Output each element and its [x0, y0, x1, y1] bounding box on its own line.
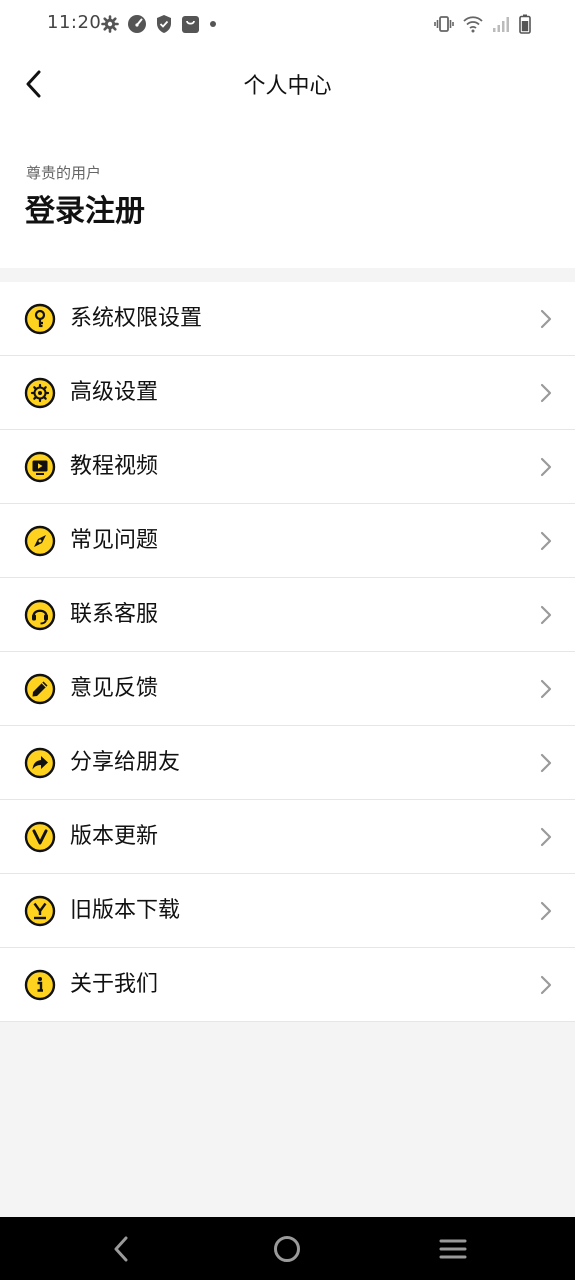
menu-item-label: 意见反馈 [70, 676, 159, 701]
chevron-right-icon [540, 827, 552, 847]
login-register-link[interactable]: 登录注册 [25, 186, 145, 230]
status-time: 11:20 [47, 12, 102, 33]
video-icon [24, 451, 56, 483]
menu-item-label: 常见问题 [70, 528, 159, 553]
chevron-right-icon [540, 457, 552, 477]
chevron-right-icon [540, 753, 552, 773]
share-icon [24, 747, 56, 779]
shopping-bag-icon [182, 15, 199, 33]
nav-back-button[interactable] [104, 1233, 140, 1265]
menu-item-label: 联系客服 [70, 602, 159, 627]
chevron-right-icon [540, 531, 552, 551]
status-icons-left [101, 13, 218, 35]
menu-item-tutorial-videos[interactable]: 教程视频 [0, 430, 575, 504]
status-bar: 11:20 [0, 0, 575, 48]
system-navigation-bar [0, 1217, 575, 1280]
speedometer-icon [128, 15, 146, 33]
menu-item-label: 教程视频 [70, 454, 159, 479]
version-icon [24, 821, 56, 853]
menu-item-advanced-settings[interactable]: 高级设置 [0, 356, 575, 430]
download-icon [24, 895, 56, 927]
status-icons-right [434, 13, 531, 35]
settings-icon [101, 15, 119, 33]
key-icon [24, 303, 56, 335]
menu-item-about-us[interactable]: 关于我们 [0, 948, 575, 1022]
menu-item-label: 系统权限设置 [70, 306, 203, 331]
nav-back-icon [114, 1236, 128, 1262]
wifi-icon [463, 16, 483, 33]
menu-item-label: 关于我们 [70, 972, 159, 997]
settings-menu: 系统权限设置 高级设置 教程视频 常见问题 联系客服 意见反馈 分享给朋友 版本… [0, 282, 575, 1022]
menu-item-share[interactable]: 分享给朋友 [0, 726, 575, 800]
customer-service-icon [24, 599, 56, 631]
vibrate-icon [434, 16, 454, 32]
notification-dot-icon [210, 21, 216, 27]
menu-item-label: 高级设置 [70, 380, 159, 405]
menu-item-customer-service[interactable]: 联系客服 [0, 578, 575, 652]
battery-icon [519, 14, 531, 34]
cell-signal-icon [493, 17, 509, 32]
nav-menu-icon [439, 1239, 467, 1259]
gear-icon [24, 377, 56, 409]
menu-item-label: 版本更新 [70, 824, 159, 849]
chevron-right-icon [540, 383, 552, 403]
menu-item-label: 分享给朋友 [70, 750, 181, 775]
app-header: 个人中心 [0, 48, 575, 120]
profile-subtitle: 尊贵的用户 [26, 164, 102, 182]
nav-home-icon [274, 1236, 300, 1262]
profile-section: 尊贵的用户 登录注册 [0, 120, 575, 268]
shield-icon [157, 15, 171, 33]
chevron-right-icon [540, 679, 552, 699]
chevron-right-icon [540, 901, 552, 921]
info-icon [24, 969, 56, 1001]
chevron-right-icon [540, 309, 552, 329]
page-title: 个人中心 [243, 74, 332, 99]
menu-item-feedback[interactable]: 意见反馈 [0, 652, 575, 726]
menu-item-version-update[interactable]: 版本更新 [0, 800, 575, 874]
menu-item-system-permissions[interactable]: 系统权限设置 [0, 282, 575, 356]
nav-home-button[interactable] [269, 1233, 305, 1265]
pencil-icon [24, 673, 56, 705]
chevron-right-icon [540, 605, 552, 625]
menu-item-label: 旧版本下载 [70, 898, 181, 923]
menu-item-faq[interactable]: 常见问题 [0, 504, 575, 578]
nav-recents-button[interactable] [435, 1233, 471, 1265]
chevron-right-icon [540, 975, 552, 995]
menu-item-old-version-download[interactable]: 旧版本下载 [0, 874, 575, 948]
compass-icon [24, 525, 56, 557]
